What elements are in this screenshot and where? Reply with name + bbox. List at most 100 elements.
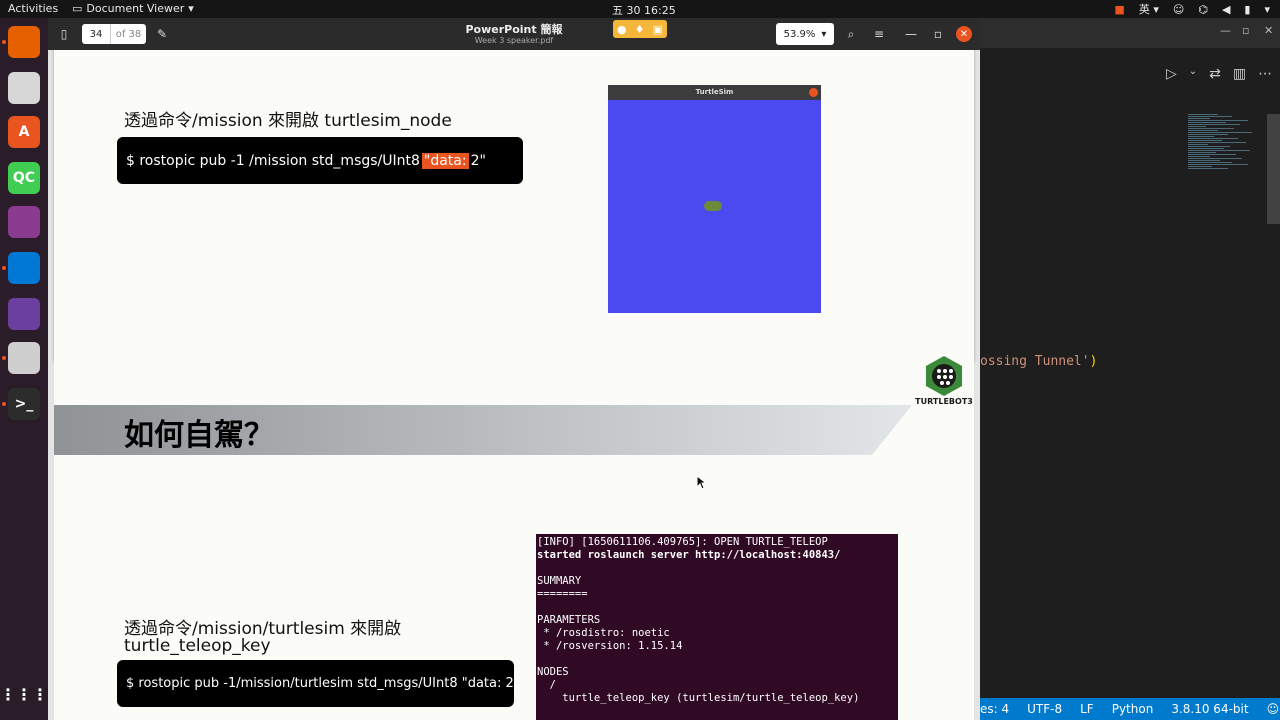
editor-actions: ▷ ⌄ ⇄ ▥ ⋯ <box>1166 66 1272 82</box>
editor-scrollbar[interactable] <box>1267 114 1280 224</box>
chevron-down-icon[interactable]: ⌄ <box>1189 66 1197 82</box>
status-language[interactable]: Python <box>1112 702 1154 716</box>
status-encoding[interactable]: UTF-8 <box>1027 702 1062 716</box>
minimize-icon: — <box>905 27 917 41</box>
viewer-header-bar: ▯ 34 of 38 ✎ PowerPoint 簡報 Week 3 speake… <box>48 18 980 50</box>
slide-title: 如何自駕？ <box>124 418 274 453</box>
status-interpreter[interactable]: 3.8.10 64-bit <box>1171 702 1248 716</box>
split-editor-icon[interactable]: ▥ <box>1233 66 1246 82</box>
close-button[interactable]: ✕ <box>956 26 972 42</box>
running-indicator <box>2 356 6 360</box>
slide-text-line2: turtle_teleop_key <box>124 636 271 656</box>
dock-app-camera[interactable] <box>8 298 40 330</box>
terminal-screenshot: [INFO] [1650611106.409765]: OPEN TURTLE_… <box>536 534 898 720</box>
code-line[interactable]: ossing Tunnel') <box>980 354 1097 369</box>
run-icon[interactable]: ▷ <box>1166 66 1177 82</box>
mouse-cursor-icon <box>697 476 707 490</box>
command-box: $ rostopic pub -1/mission/turtlesim std_… <box>117 660 520 707</box>
power-menu-icon[interactable]: ▾ <box>1264 3 1270 16</box>
zoom-value: 53.9% <box>783 28 816 40</box>
dock-app-vscode[interactable] <box>8 252 40 284</box>
search-icon: ⌕ <box>847 26 855 41</box>
vscode-status-bar: es: 4 UTF-8 LF Python 3.8.10 64-bit ☺ 🔔 <box>980 698 1280 720</box>
command-text: $ rostopic pub -1 /mission std_msgs/UInt… <box>126 152 420 169</box>
status-indentation[interactable]: es: 4 <box>980 702 1009 716</box>
minimap[interactable] <box>1188 114 1268 304</box>
system-tray: ■ 英 ▾ ☺ ⌬ ◀ ▮ ▾ <box>1114 1 1270 17</box>
microphone-icon[interactable]: ♦ <box>635 23 645 36</box>
turtlesim-screenshot: TurtleSim <box>608 85 821 313</box>
chevron-down-icon: ▾ <box>188 2 194 15</box>
document-viewer-window: ▯ 34 of 38 ✎ PowerPoint 簡報 Week 3 speake… <box>48 18 980 720</box>
running-indicator <box>2 266 6 270</box>
dock-app-document-viewer[interactable] <box>8 342 40 374</box>
command-box: $ rostopic pub -1 /mission std_msgs/UInt… <box>117 137 523 184</box>
terminal-line: NODES <box>537 666 569 678</box>
close-icon: ✕ <box>959 28 969 40</box>
terminal-line: / <box>537 679 556 691</box>
volume-icon[interactable]: ◀ <box>1222 3 1230 16</box>
maximize-button[interactable]: ▫ <box>926 23 950 45</box>
terminal-line: ======== <box>537 588 588 600</box>
battery-icon[interactable]: ▮ <box>1244 3 1250 16</box>
slide-page: 透過命令/mission 來開啟 turtlesim_node $ rostop… <box>54 50 974 360</box>
menu-button[interactable]: ≡ <box>867 23 891 45</box>
app-menu-label: Document Viewer <box>86 2 185 15</box>
terminal-line: turtle_teleop_key (turtlesim/turtle_tele… <box>537 692 860 704</box>
terminal-line: * /rosdistro: noetic <box>537 627 670 639</box>
command-highlight: "data: <box>421 152 469 169</box>
close-icon[interactable]: ✕ <box>1264 24 1273 37</box>
dock-app-software[interactable]: A <box>8 116 40 148</box>
hamburger-icon: ≡ <box>873 27 885 41</box>
dock-app-files[interactable] <box>8 72 40 104</box>
dock-app-qt-creator[interactable]: QC <box>8 162 40 194</box>
dock-app-firefox[interactable] <box>8 26 40 58</box>
compare-icon[interactable]: ⇄ <box>1209 66 1221 82</box>
minimize-icon[interactable]: — <box>1220 24 1231 37</box>
terminal-line: started roslaunch server http://localhos… <box>537 549 841 561</box>
feedback-icon[interactable]: ☺ <box>1267 702 1280 716</box>
screen-share-indicators: ● ♦ ▣ <box>613 20 667 38</box>
logo-text: TURTLEBOT3 <box>915 397 973 406</box>
input-method[interactable]: 英 ▾ <box>1139 1 1159 17</box>
camera-indicator-icon[interactable]: ■ <box>1114 3 1124 16</box>
running-indicator <box>2 40 6 44</box>
dock-app-video[interactable] <box>8 206 40 238</box>
command-text: $ rostopic pub -1/mission/turtlesim std_… <box>126 676 520 691</box>
document-viewer-icon: ▭ <box>72 2 83 15</box>
status-eol[interactable]: LF <box>1080 702 1094 716</box>
dock-app-terminal[interactable]: >_ <box>8 388 40 420</box>
vscode-window: — ▫ ✕ ▷ ⌄ ⇄ ▥ ⋯ ossing Tunnel') es: 4 UT… <box>980 18 1280 720</box>
terminal-line: PARAMETERS <box>537 614 601 626</box>
network-icon[interactable]: ⌬ <box>1198 3 1208 16</box>
document-content[interactable]: 透過命令/mission 來開啟 turtlesim_node $ rostop… <box>48 50 980 720</box>
turtlesim-title: TurtleSim <box>695 88 734 96</box>
activities-button[interactable]: Activities <box>8 2 58 15</box>
terminal-line: * /rosversion: 1.15.14 <box>537 640 683 652</box>
screen-share-icon[interactable]: ▣ <box>653 23 663 36</box>
search-button[interactable]: ⌕ <box>839 23 863 45</box>
slide-page: 如何自駕？ TURTLEBOT3 透過命令/mission/turtlesim … <box>54 352 974 720</box>
show-applications-icon[interactable]: ⋮⋮⋮ <box>0 678 48 710</box>
running-indicator <box>2 402 6 406</box>
turtlebot-logo: TURTLEBOT3 <box>912 354 976 406</box>
terminal-line: [INFO] [1650611106.409765]: OPEN TURTLE_… <box>537 536 828 548</box>
command-text-end: 2" <box>470 152 486 169</box>
vscode-titlebar: — ▫ ✕ <box>980 18 1280 48</box>
system-top-bar: Activities ▭ Document Viewer ▾ 五 30 16:2… <box>0 0 1280 18</box>
turtle-icon <box>704 201 722 211</box>
maximize-icon[interactable]: ▫ <box>1242 24 1249 37</box>
minimize-button[interactable]: — <box>899 23 923 45</box>
clock[interactable]: 五 30 16:25 <box>612 2 676 18</box>
maximize-icon: ▫ <box>933 27 943 41</box>
more-icon[interactable]: ⋯ <box>1258 66 1272 82</box>
zoom-selector[interactable]: 53.9% ▾ <box>776 23 834 45</box>
turtle-logo-icon <box>926 356 962 396</box>
accessibility-icon[interactable]: ☺ <box>1173 3 1184 16</box>
dock: A QC >_ ⋮⋮⋮ <box>0 18 48 720</box>
firefox-icon[interactable]: ● <box>617 23 627 36</box>
app-menu[interactable]: ▭ Document Viewer ▾ <box>72 2 194 15</box>
